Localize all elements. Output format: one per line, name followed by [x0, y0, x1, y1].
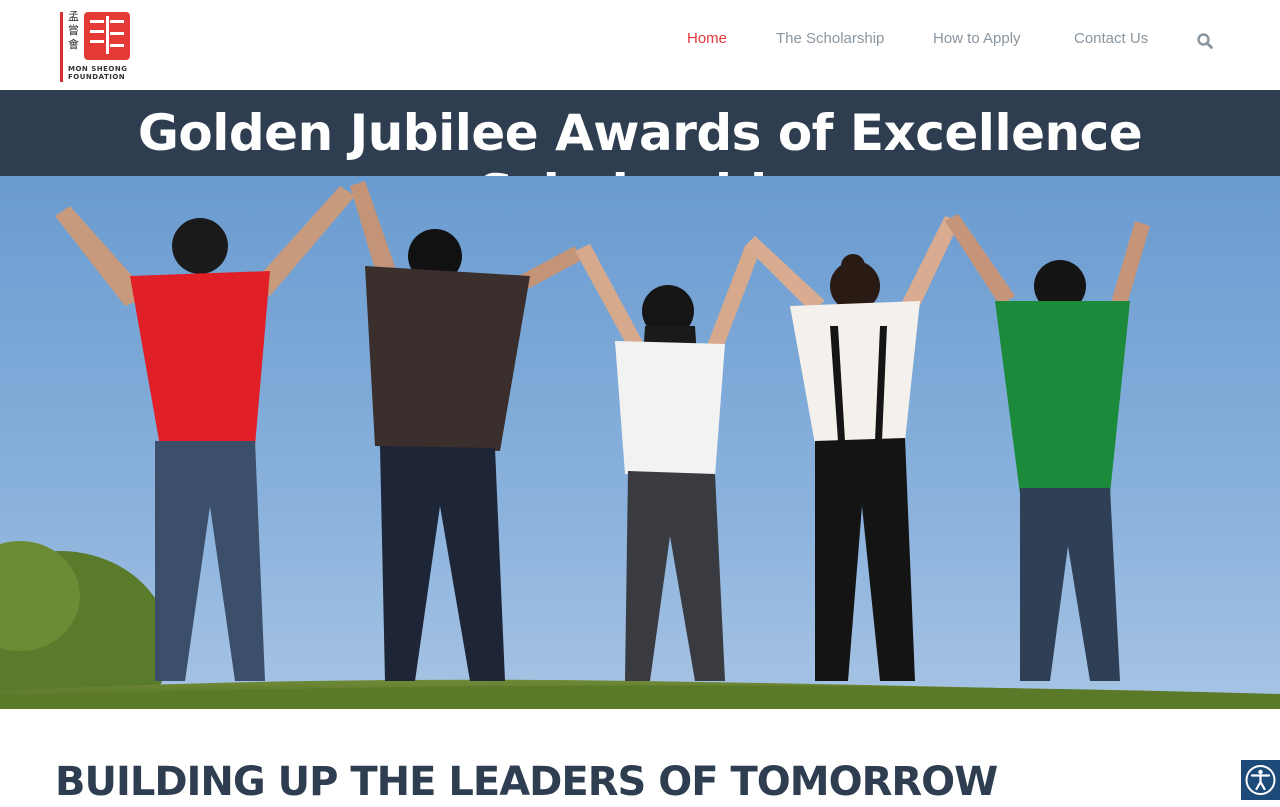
five-people-raising-joined-hands-photo [0, 176, 1280, 709]
logo-chinese-name: 孟嘗會 [68, 10, 79, 51]
nav-item-home[interactable]: Home [687, 30, 727, 47]
site-logo[interactable]: 孟嘗會 MON SHEONG FOUNDATION [60, 10, 132, 84]
logo-name-line1: MON SHEONG [68, 65, 128, 73]
seal-logo-icon [84, 12, 130, 60]
search-button[interactable] [1196, 32, 1214, 50]
site-header: 孟嘗會 MON SHEONG FOUNDATION Home The Schol… [0, 0, 1280, 90]
nav-item-the-scholarship[interactable]: The Scholarship [776, 30, 884, 47]
hero-image [0, 176, 1280, 709]
search-icon [1197, 33, 1213, 49]
title-banner: Golden Jubilee Awards of Excellence Scho… [0, 90, 1280, 222]
logo-org-name: MON SHEONG FOUNDATION [68, 65, 138, 81]
logo-name-line2: FOUNDATION [68, 73, 126, 81]
logo-accent-bar [60, 12, 63, 82]
nav-item-how-to-apply[interactable]: How to Apply [933, 30, 1021, 47]
nav-item-contact-us[interactable]: Contact Us [1074, 30, 1148, 47]
accessibility-button[interactable] [1241, 760, 1280, 800]
accessibility-icon [1245, 765, 1276, 795]
